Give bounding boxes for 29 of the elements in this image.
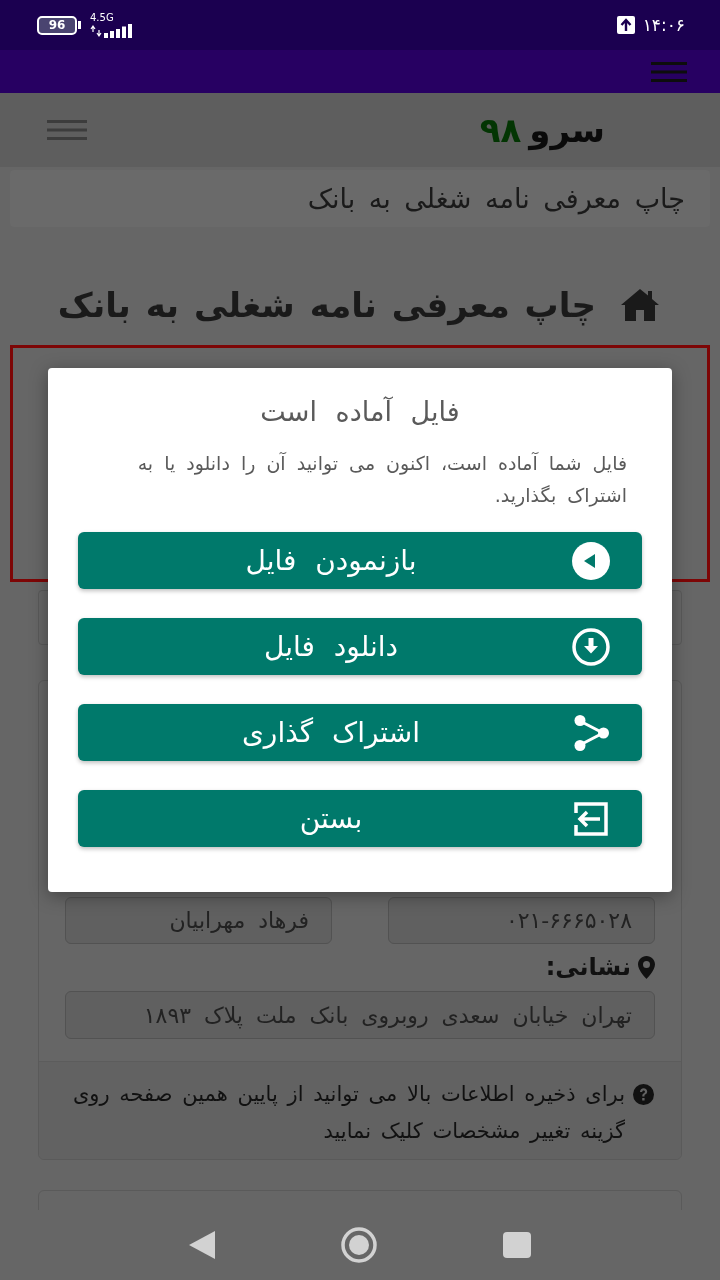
- home-ring-icon[interactable]: [341, 1227, 377, 1263]
- logo-number[interactable]: ۹۸: [479, 108, 522, 152]
- address-label: نشانی:: [545, 953, 631, 981]
- breadcrumb: چاپ معرفی نامه شغلی به بانک: [10, 170, 710, 227]
- dialog-title: فایل آماده است: [259, 395, 461, 429]
- arrow-box-icon: [572, 799, 610, 838]
- share-icon: [572, 713, 610, 752]
- menu-icon[interactable]: [47, 120, 87, 140]
- dialog-message: فایل شما آماده است، اکنون می توانید آن را دانلود یا به اشتراک بگذارید.: [136, 451, 627, 509]
- location-pin-icon: [638, 955, 655, 979]
- logo-text[interactable]: سرو: [529, 108, 605, 152]
- download-icon: [572, 627, 610, 666]
- clock-time: ۱۴:۰۶: [642, 15, 685, 35]
- network-type: 4.5G: [90, 12, 114, 23]
- close-button[interactable]: بستن: [78, 790, 642, 847]
- help-text: برای ذخیره اطلاعات بالا می توانید از پایین همین صفحه روی گزینه تغییر مشخصات کلیک نمایید: [71, 1081, 625, 1145]
- input-field[interactable]: فرهاد مهرابیان: [65, 897, 332, 944]
- open-file-button[interactable]: بازنمودن فایل: [78, 532, 642, 589]
- download-button[interactable]: دانلود فایل: [78, 618, 642, 675]
- left-triangle-circle-icon: [572, 541, 610, 580]
- menu-icon[interactable]: [651, 61, 687, 82]
- page-title: چاپ معرفی نامه شغلی به بانک: [57, 285, 596, 325]
- input-field[interactable]: ۰۲۱-۶۶۶۵۰۲۸: [388, 897, 655, 944]
- back-triangle-icon[interactable]: [189, 1231, 215, 1259]
- home-icon: [620, 288, 660, 322]
- recents-square-icon[interactable]: [503, 1232, 531, 1258]
- share-button[interactable]: اشتراک گذاری: [78, 704, 642, 761]
- address-field[interactable]: تهران خیابان سعدی روبروی بانک ملت پلاک ۱۸۹۳: [65, 991, 655, 1039]
- battery-indicator: 96: [37, 15, 81, 35]
